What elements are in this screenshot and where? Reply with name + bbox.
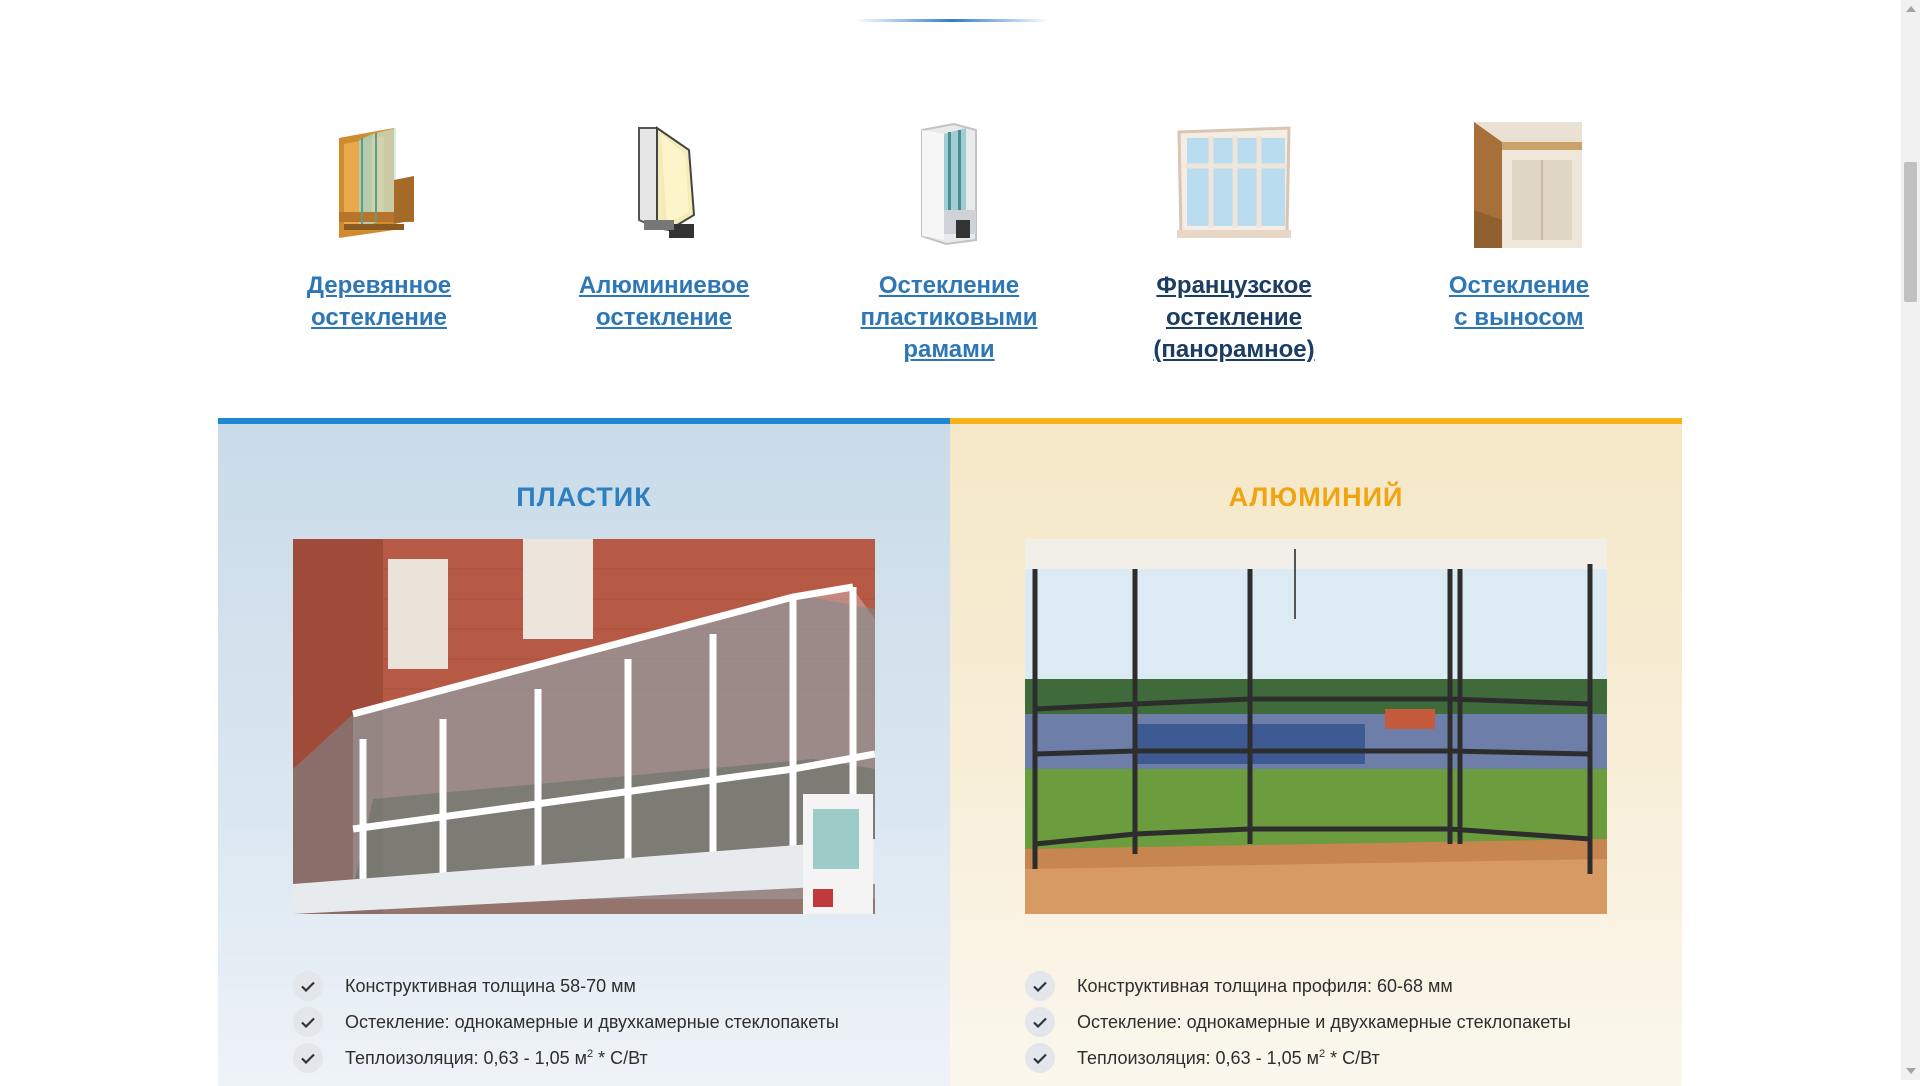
glazing-types: Деревянное остекление Алюминиевое остекл…: [0, 0, 1900, 380]
aluminum-features: Конструктивная толщина профиля: 60-68 мм…: [1025, 968, 1571, 1076]
scroll-down-icon[interactable]: [1906, 1068, 1916, 1074]
feature-item: Конструктивная толщина 58-70 мм: [293, 968, 839, 1004]
check-icon: [293, 1007, 323, 1037]
feature-item: Конструктивная толщина профиля: 60-68 мм: [1025, 968, 1571, 1004]
aluminum-panoramic-photo: [1025, 539, 1607, 914]
feature-item: Остекление: однокамерные и двухкамерные …: [1025, 1004, 1571, 1040]
type-item-aluminum[interactable]: Алюминиевое остекление: [549, 120, 779, 334]
page-scrollbar[interactable]: [1901, 0, 1920, 1080]
type-link-aluminum[interactable]: Алюминиевое остекление: [549, 270, 779, 334]
french-panoramic-window-icon: [1177, 126, 1291, 238]
plastic-card-title: ПЛАСТИК: [516, 482, 652, 512]
check-icon: [1025, 1007, 1055, 1037]
check-icon: [293, 1043, 323, 1073]
check-icon: [1025, 1043, 1055, 1073]
aluminum-card: АЛЮМИНИЙ Конструктивная толщина профиля:…: [950, 418, 1682, 1086]
plastic-balcony-photo: [293, 539, 875, 914]
type-link-plastic[interactable]: Остекление пластиковыми рамами: [834, 270, 1064, 366]
type-link-extended[interactable]: Остекление с выносом: [1404, 270, 1634, 334]
wooden-window-profile-icon: [339, 128, 414, 238]
type-item-plastic[interactable]: Остекление пластиковыми рамами: [834, 120, 1064, 366]
plastic-card: ПЛАСТИК Конструктивная толщина 58-70 мм …: [218, 418, 950, 1086]
extended-balcony-icon: [1474, 122, 1582, 248]
aluminum-card-title: АЛЮМИНИЙ: [1228, 482, 1404, 512]
check-icon: [293, 971, 323, 1001]
aluminum-window-profile-icon: [638, 126, 696, 238]
type-item-french[interactable]: Французское остекление (панорамное): [1119, 120, 1349, 366]
type-link-wooden[interactable]: Деревянное остекление: [264, 270, 494, 334]
plastic-features: Конструктивная толщина 58-70 мм Остеклен…: [293, 968, 839, 1076]
feature-item: Теплоизоляция: 0,63 - 1,05 м2 * С/Вт: [293, 1040, 839, 1076]
scroll-up-icon[interactable]: [1906, 6, 1916, 12]
type-item-wooden[interactable]: Деревянное остекление: [264, 120, 494, 334]
scroll-thumb[interactable]: [1904, 162, 1917, 302]
feature-item: Теплоизоляция: 0,63 - 1,05 м2 * С/Вт: [1025, 1040, 1571, 1076]
check-icon: [1025, 971, 1055, 1001]
type-link-french[interactable]: Французское остекление (панорамное): [1119, 270, 1349, 366]
type-item-extended[interactable]: Остекление с выносом: [1404, 120, 1634, 334]
feature-item: Остекление: однокамерные и двухкамерные …: [293, 1004, 839, 1040]
plastic-window-profile-icon: [921, 122, 977, 246]
